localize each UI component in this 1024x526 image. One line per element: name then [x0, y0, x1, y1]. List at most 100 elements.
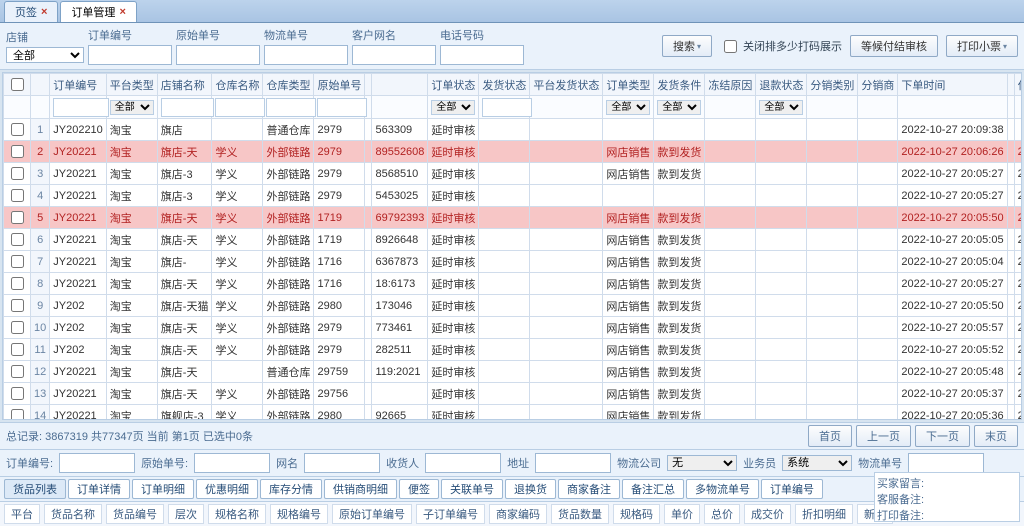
- tab-订单管理[interactable]: 订单管理×: [60, 1, 136, 22]
- col-header[interactable]: [372, 74, 428, 96]
- phone-input[interactable]: [440, 45, 524, 65]
- table-row[interactable]: 8JY20221淘宝旗店-天学义外部链路171618:6173延时审核网店销售款…: [4, 273, 1023, 295]
- col-header[interactable]: 订单状态: [428, 74, 479, 96]
- orderno-input[interactable]: [88, 45, 172, 65]
- col-header[interactable]: 店铺名称: [157, 74, 212, 96]
- lbl-store: 店铺: [6, 29, 84, 45]
- table-row[interactable]: 4JY20221淘宝旗店-3学义外部链路29795453025延时审核2022-…: [4, 185, 1023, 207]
- store-select[interactable]: 全部: [6, 47, 84, 63]
- subtab[interactable]: 订单编号: [761, 479, 823, 499]
- origno2-input[interactable]: [194, 453, 270, 473]
- detail-col: 规格码: [613, 504, 660, 524]
- buyer-input[interactable]: [352, 45, 436, 65]
- search-button[interactable]: 搜索▾: [662, 35, 712, 57]
- logno-input[interactable]: [264, 45, 348, 65]
- table-row[interactable]: 10JY202淘宝旗店-天学义外部链路2979773461延时审核网店销售款到发…: [4, 317, 1023, 339]
- lbl2-buyer: 网名: [276, 455, 298, 471]
- subtab[interactable]: 优惠明细: [196, 479, 258, 499]
- detail-col: 商家编码: [489, 504, 547, 524]
- detail-col: 成交价: [744, 504, 791, 524]
- origno-input[interactable]: [176, 45, 260, 65]
- lbl-origno: 原始单号: [176, 27, 260, 43]
- window-tabs: 页签×订单管理×: [0, 0, 1024, 23]
- table-row[interactable]: 7JY20221淘宝旗店-学义外部链路17166367873延时审核网店销售款到…: [4, 251, 1023, 273]
- subtab[interactable]: 关联单号: [441, 479, 503, 499]
- table-row[interactable]: 3JY20221淘宝旗店-3学义外部链路29798568510延时审核网店销售款…: [4, 163, 1023, 185]
- col-header[interactable]: 平台发货状态: [530, 74, 603, 96]
- col-header[interactable]: [1007, 74, 1014, 96]
- col-header[interactable]: 分销类别: [807, 74, 858, 96]
- print-note-label: 打印备注:: [877, 507, 1017, 523]
- subtab[interactable]: 商家备注: [558, 479, 620, 499]
- col-header[interactable]: 下单时间: [898, 74, 1007, 96]
- subtab[interactable]: 供销商明细: [324, 479, 397, 499]
- subtab[interactable]: 便签: [399, 479, 439, 499]
- subtab[interactable]: 退换货: [505, 479, 556, 499]
- logistics-select[interactable]: 无: [667, 455, 737, 471]
- subtab[interactable]: 库存分情: [260, 479, 322, 499]
- table-row[interactable]: 2JY20221淘宝旗店-天学义外部链路297989552608延时审核网店销售…: [4, 141, 1023, 163]
- col-header[interactable]: 退款状态: [756, 74, 807, 96]
- detail-col: 原始订单编号: [332, 504, 412, 524]
- pager-summary: 总记录: 3867319 共77347页 当前 第1页 已选中0条: [6, 428, 253, 444]
- tab-页签[interactable]: 页签×: [4, 1, 58, 22]
- close-icon[interactable]: ×: [119, 6, 125, 18]
- buyer-msg-label: 买家留言:: [877, 475, 1017, 491]
- close-multi-check[interactable]: 关闭排多少打码展示: [720, 37, 842, 56]
- col-header[interactable]: [365, 74, 372, 96]
- order-grid[interactable]: 订单编号平台类型店铺名称仓库名称仓库类型原始单号 订单状态发货状态平台发货状态订单…: [2, 72, 1022, 420]
- col-check[interactable]: [4, 74, 31, 96]
- table-row[interactable]: 12JY20221淘宝旗店-天普通仓库29759119:2021延时审核网店销售…: [4, 361, 1023, 383]
- orderno2-input[interactable]: [59, 453, 135, 473]
- col-header[interactable]: 订单类型: [603, 74, 654, 96]
- pending-pay-button[interactable]: 等候付结审核: [850, 35, 938, 57]
- table-row[interactable]: 9JY202淘宝旗店-天猫学义外部链路2980173046延时审核网店销售款到发…: [4, 295, 1023, 317]
- table-row[interactable]: 5JY20221淘宝旗店-天学义外部链路171969792393延时审核网店销售…: [4, 207, 1023, 229]
- lbl2-addr: 地址: [507, 455, 529, 471]
- col-header[interactable]: 付款时间: [1014, 74, 1022, 96]
- buyer2-input[interactable]: [304, 453, 380, 473]
- subtab[interactable]: 订单详情: [68, 479, 130, 499]
- detail-col: 折扣明细: [795, 504, 853, 524]
- cs-note-label: 客服备注:: [877, 491, 1017, 507]
- col-header[interactable]: 发货条件: [654, 74, 705, 96]
- recv-input[interactable]: [425, 453, 501, 473]
- print-small-button[interactable]: 打印小票▾: [946, 35, 1018, 57]
- subtab[interactable]: 多物流单号: [686, 479, 759, 499]
- table-row[interactable]: 11JY202淘宝旗店-天学义外部链路2979282511延时审核网店销售款到发…: [4, 339, 1023, 361]
- col-header[interactable]: 冻结原因: [705, 74, 756, 96]
- notes-panel: 买家留言: 客服备注: 打印备注:: [874, 472, 1020, 522]
- detail-tabs: 货品列表订单详情订单明细优惠明细库存分情供销商明细便签关联单号退换货商家备注备注…: [0, 476, 1024, 501]
- clerk-select[interactable]: 系统: [782, 455, 852, 471]
- close-icon[interactable]: ×: [41, 6, 47, 18]
- col-header[interactable]: 仓库名称: [212, 74, 263, 96]
- subtab[interactable]: 订单明细: [132, 479, 194, 499]
- col-header[interactable]: 仓库类型: [263, 74, 314, 96]
- track-input[interactable]: [908, 453, 984, 473]
- lbl2-track: 物流单号: [858, 455, 902, 471]
- table-row[interactable]: 6JY20221淘宝旗店-天学义外部链路17198926648延时审核网店销售款…: [4, 229, 1023, 251]
- col-header[interactable]: 原始单号: [314, 74, 365, 96]
- first-page-button[interactable]: 首页: [808, 425, 852, 447]
- prev-page-button[interactable]: 上一页: [856, 425, 911, 447]
- table-row[interactable]: 1JY202210淘宝旗店普通仓库2979563309延时审核2022-10-2…: [4, 119, 1023, 141]
- subtab[interactable]: 货品列表: [4, 479, 66, 499]
- col-header[interactable]: 发货状态: [479, 74, 530, 96]
- col-header[interactable]: 订单编号: [50, 74, 107, 96]
- detail-filter-bar: 订单编号: 原始单号: 网名 收货人 地址 物流公司无 业务员系统 物流单号: [0, 449, 1024, 476]
- next-page-button[interactable]: 下一页: [915, 425, 970, 447]
- addr-input[interactable]: [535, 453, 611, 473]
- col-header[interactable]: 平台类型: [106, 74, 157, 96]
- detail-col: 平台: [4, 504, 40, 524]
- table-row[interactable]: 13JY20221淘宝旗店-天学义外部链路29756延时审核网店销售款到发货20…: [4, 383, 1023, 405]
- lbl-logno: 物流单号: [264, 27, 348, 43]
- lbl2-orderno: 订单编号:: [6, 455, 53, 471]
- col-header[interactable]: 分销商: [858, 74, 898, 96]
- lbl-phone: 电话号码: [440, 27, 524, 43]
- detail-col: 货品名称: [44, 504, 102, 524]
- detail-col: 规格编号: [270, 504, 328, 524]
- table-row[interactable]: 14JY20221淘宝旗舰店-3学义外部链路298092665延时审核网店销售款…: [4, 405, 1023, 421]
- lbl-orderno: 订单编号: [88, 27, 172, 43]
- last-page-button[interactable]: 末页: [974, 425, 1018, 447]
- subtab[interactable]: 备注汇总: [622, 479, 684, 499]
